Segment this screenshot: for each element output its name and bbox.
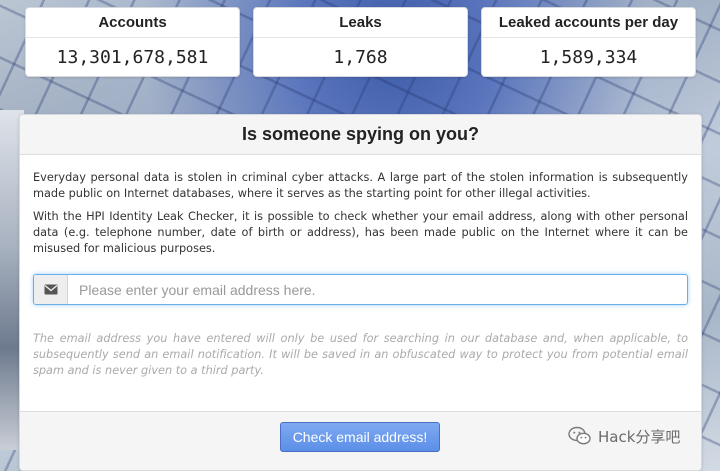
stat-label: Leaks	[254, 8, 467, 38]
panel-body: Everyday personal data is stolen in crim…	[20, 155, 701, 379]
privacy-notice: The email address you have entered will …	[33, 332, 688, 377]
stat-card-leaks: Leaks 1,768	[253, 7, 468, 77]
wechat-icon	[568, 426, 592, 446]
stat-label: Accounts	[26, 8, 239, 38]
watermark-text: Hack分享吧	[598, 427, 681, 446]
watermark: Hack分享吧	[568, 424, 680, 448]
email-input-group	[33, 274, 688, 305]
panel-title: Is someone spying on you?	[20, 115, 701, 155]
check-email-button[interactable]: Check email address!	[280, 422, 440, 452]
stat-card-accounts: Accounts 13,301,678,581	[25, 7, 240, 77]
stat-value: 1,768	[333, 46, 388, 68]
leak-checker-panel: Is someone spying on you? Everyday perso…	[19, 114, 702, 471]
intro-text: Everyday personal data is stolen in crim…	[33, 171, 688, 200]
stat-label: Leaked accounts per day	[482, 8, 695, 38]
stat-value: 1,589,334	[539, 46, 638, 68]
email-input[interactable]	[68, 275, 687, 304]
stat-card-leaked-per-day: Leaked accounts per day 1,589,334	[481, 7, 696, 77]
stat-value: 13,301,678,581	[56, 46, 209, 68]
envelope-icon	[34, 275, 68, 304]
description-text: With the HPI Identity Leak Checker, it i…	[33, 210, 688, 255]
